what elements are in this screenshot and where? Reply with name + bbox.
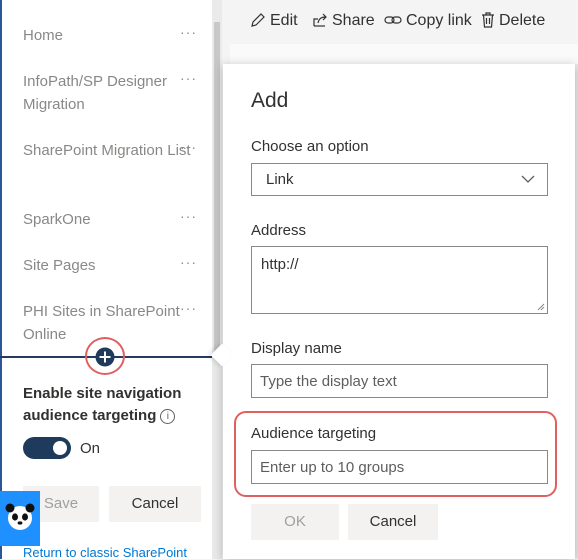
display-name-placeholder: Type the display text [260,373,397,390]
nav-item-sparkone[interactable]: SparkOne [23,208,198,231]
audience-targeting-toggle[interactable] [23,437,71,459]
address-field[interactable]: http:// [251,246,548,314]
panda-icon[interactable] [0,491,40,546]
delete-button[interactable]: Delete [481,12,545,30]
callout-title: Add [251,89,289,112]
copy-link-label: Copy link [406,12,472,29]
pencil-icon [251,13,265,27]
resize-grip-icon[interactable] [537,303,545,311]
return-to-classic-link[interactable]: Return to classic SharePoint [23,545,187,560]
nav-item-infopath[interactable]: InfoPath/SP Designer Migration [23,70,198,116]
delete-label: Delete [499,12,546,29]
page-background [230,44,578,64]
nav-item-sharepoint-migration-list[interactable]: SharePoint Migration List [23,139,198,162]
address-value: http:// [261,256,299,273]
nav-item-site-pages[interactable]: Site Pages [23,254,198,277]
option-label: Choose an option [251,138,369,155]
more-icon[interactable]: ··· [180,254,197,270]
ok-button[interactable]: OK [251,504,339,540]
more-icon[interactable]: ··· [180,139,197,155]
display-name-label: Display name [251,340,342,357]
command-bar: Edit Share Copy link Delete [230,0,578,44]
toggle-state-label: On [80,440,101,457]
more-icon[interactable]: ··· [180,24,197,40]
copy-link-button[interactable]: Copy link [384,12,472,30]
share-icon [313,13,327,27]
toggle-knob [53,441,67,455]
more-icon[interactable]: ··· [180,208,197,224]
highlight-rectangle [234,411,557,497]
highlight-circle [85,337,125,375]
trash-icon [482,12,494,28]
audience-targeting-setting: Enable site navigation audience targetin… [23,383,203,427]
link-icon [384,16,402,24]
more-icon[interactable]: ··· [180,70,197,86]
edit-button[interactable]: Edit [250,12,298,30]
option-dropdown-value: Link [266,171,294,188]
option-dropdown[interactable]: Link [251,163,548,196]
address-label: Address [251,222,307,239]
nav-scrollbar-thumb[interactable] [214,22,220,352]
callout-cancel-button[interactable]: Cancel [348,504,438,540]
display-name-field[interactable]: Type the display text [251,364,548,398]
audience-targeting-setting-label: Enable site navigation audience targetin… [23,385,182,424]
share-button[interactable]: Share [312,12,375,30]
more-icon[interactable]: ··· [180,300,197,316]
info-icon[interactable]: i [160,408,176,424]
share-label: Share [332,12,375,29]
chevron-down-icon [521,175,535,183]
nav-item-home[interactable]: Home [23,24,198,47]
edit-label: Edit [270,12,298,29]
cancel-button[interactable]: Cancel [109,486,201,522]
